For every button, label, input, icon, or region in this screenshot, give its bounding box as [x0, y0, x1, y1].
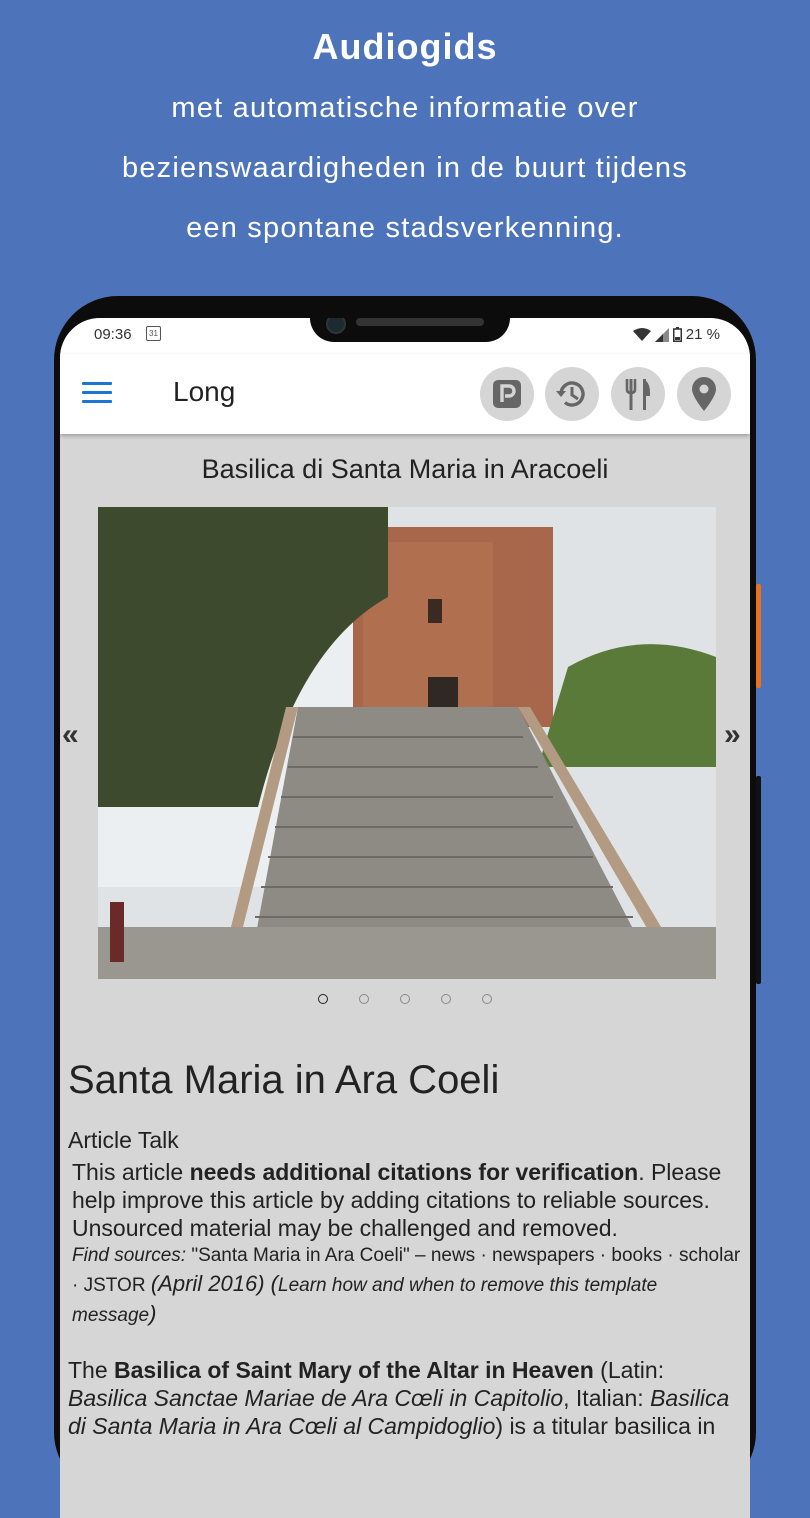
pager-dot[interactable] [400, 994, 410, 1004]
promo-line-3: een spontane stadsverkenning. [186, 212, 624, 244]
place-photo[interactable] [98, 507, 716, 979]
promo-title: Audiogids [312, 26, 498, 67]
para-bold: Basilica of Saint Mary of the Altar in H… [114, 1357, 594, 1383]
para-latin: Basilica Sanctae Mariae de Ara Cœli in C… [68, 1385, 564, 1411]
pager-dot[interactable] [318, 994, 328, 1004]
calendar-icon: 31 [146, 326, 161, 341]
para-end: ) is a titular basilica in [495, 1413, 716, 1439]
article-tabs[interactable]: Article Talk [68, 1127, 744, 1154]
phone-frame: 09:36 31 21 % Long Basilica di Santa Mar… [54, 296, 756, 1518]
app-title: Long [173, 376, 236, 407]
history-button[interactable] [545, 367, 599, 421]
phone-volume-button [756, 776, 761, 984]
status-time: 09:36 [94, 326, 132, 343]
para-pre: The [68, 1357, 115, 1383]
parking-icon [493, 380, 521, 408]
restaurant-button[interactable] [611, 367, 665, 421]
pager-dot[interactable] [482, 994, 492, 1004]
next-image-arrow[interactable]: » [724, 718, 741, 752]
wifi-icon [632, 327, 651, 341]
previous-image-arrow[interactable]: « [62, 718, 79, 752]
pager-dot[interactable] [359, 994, 369, 1004]
status-right: 21 % [632, 326, 720, 343]
notice-paren-open: ( [264, 1271, 278, 1296]
history-icon [556, 381, 585, 407]
notice-text-bold: needs additional citations for verificat… [189, 1159, 639, 1185]
article-intro-paragraph: The Basilica of Saint Mary of the Altar … [68, 1356, 744, 1440]
promo-line-1: met automatische informatie over [171, 92, 639, 124]
phone-screen: 09:36 31 21 % Long Basilica di Santa Mar… [60, 318, 750, 1518]
notice-paren-close: ) [149, 1301, 157, 1326]
place-title: Basilica di Santa Maria in Aracoeli [201, 454, 609, 484]
notice-text-pre: This article [72, 1159, 190, 1185]
image-pager-dots [60, 994, 750, 1004]
location-button[interactable] [677, 367, 731, 421]
pager-dot[interactable] [441, 994, 451, 1004]
signal-icon [654, 327, 669, 342]
parking-button[interactable] [480, 367, 534, 421]
hamburger-menu-icon[interactable] [82, 382, 112, 404]
citation-notice: This article needs additional citations … [72, 1158, 744, 1330]
para-mid1: (Latin: [593, 1357, 665, 1383]
restaurant-icon [625, 379, 650, 410]
article-heading: Santa Maria in Ara Coeli [68, 1058, 500, 1102]
notice-date: (April 2016) [150, 1271, 265, 1296]
church-stairs-image [98, 507, 716, 979]
earpiece-speaker [356, 318, 484, 326]
location-pin-icon [692, 377, 716, 411]
find-sources-label: Find sources: [72, 1245, 187, 1266]
para-mid2: , Italian: [563, 1385, 651, 1411]
promo-line-2: bezienswaardigheden in de buurt tijdens [122, 152, 688, 184]
battery-icon [672, 327, 682, 342]
app-bar: Long [60, 354, 750, 434]
battery-level: 21 % [685, 326, 720, 343]
phone-side-button [756, 584, 761, 688]
article-content: Santa Maria in Ara Coeli Article Talk Th… [68, 1058, 744, 1440]
find-sources: Find sources: "Santa Maria in Ara Coeli"… [72, 1242, 744, 1330]
